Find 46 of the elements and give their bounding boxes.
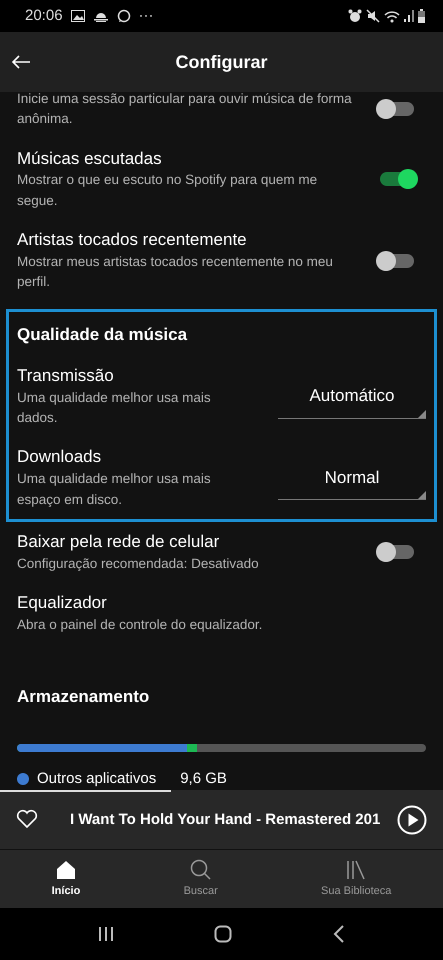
- section-heading: Qualidade da música: [17, 324, 188, 346]
- home-icon: [54, 858, 77, 881]
- recent-apps-icon[interactable]: [98, 926, 114, 942]
- search-icon: [190, 858, 212, 881]
- section-heading: Armazenamento: [17, 686, 150, 708]
- back-arrow-icon: [11, 54, 31, 70]
- quality-dropdown[interactable]: Normal: [278, 456, 426, 500]
- alarm-icon: [348, 9, 362, 23]
- page-title: Configurar: [176, 50, 268, 74]
- more-text: ···: [138, 6, 154, 26]
- legend-label: Outros aplicativos: [37, 768, 156, 789]
- battery-icon: [418, 9, 425, 23]
- signal-icon: [404, 10, 414, 22]
- nav-tab[interactable]: Sua Biblioteca: [311, 854, 402, 904]
- setting-description: Uma qualidade melhor usa mais dados.: [17, 388, 212, 428]
- setting-description: Inicie uma sessão particular para ouvir música de forma anônima.: [17, 92, 352, 128]
- setting-description: Configuração recomendada: Desativado: [17, 554, 260, 573]
- setting-title: Downloads: [17, 446, 102, 468]
- setting-description: Abra o painel de controle do equalizador.: [17, 616, 264, 634]
- setting-title: Artistas tocados recentemente: [17, 228, 248, 251]
- quality-dropdown[interactable]: Automático: [278, 374, 426, 419]
- library-icon: [345, 858, 368, 881]
- mute-icon: [366, 9, 380, 23]
- mini-player[interactable]: I Want To Hold Your Hand - Remastered 201: [0, 790, 443, 850]
- heart-icon: [16, 809, 38, 830]
- setting-title: Músicas escutadas: [17, 148, 163, 170]
- play-icon: [397, 804, 427, 834]
- track-title: I Want To Hold Your Hand - Remastered 201: [70, 810, 380, 828]
- setting-description: Uma qualidade melhor usa mais espaço em disco.: [17, 470, 212, 509]
- dropdown-corner-icon: [418, 410, 426, 418]
- chat-icon: [116, 9, 131, 23]
- image-icon: [70, 10, 85, 22]
- setting-description: Mostrar meus artistas tocados recentemente no meu perfil.: [17, 252, 334, 292]
- legend-size: 9,6 GB: [180, 768, 227, 789]
- setting-title: Equalizador: [17, 592, 108, 614]
- wifi-icon: [384, 10, 400, 22]
- dropdown-corner-icon: [418, 491, 426, 500]
- play-button[interactable]: [397, 804, 427, 834]
- clock-text: 20:06: [25, 6, 63, 26]
- nav-tab[interactable]: Buscar: [174, 854, 228, 904]
- back-icon[interactable]: [332, 925, 345, 943]
- nav-tab[interactable]: Início: [42, 854, 90, 904]
- weather-icon: [92, 10, 109, 22]
- setting-title: Baixar pela rede de celular: [17, 530, 220, 553]
- setting-title: Transmissão: [17, 364, 115, 387]
- setting-description: Mostrar o que eu escuto no Spotify para quem me segue.: [17, 171, 318, 210]
